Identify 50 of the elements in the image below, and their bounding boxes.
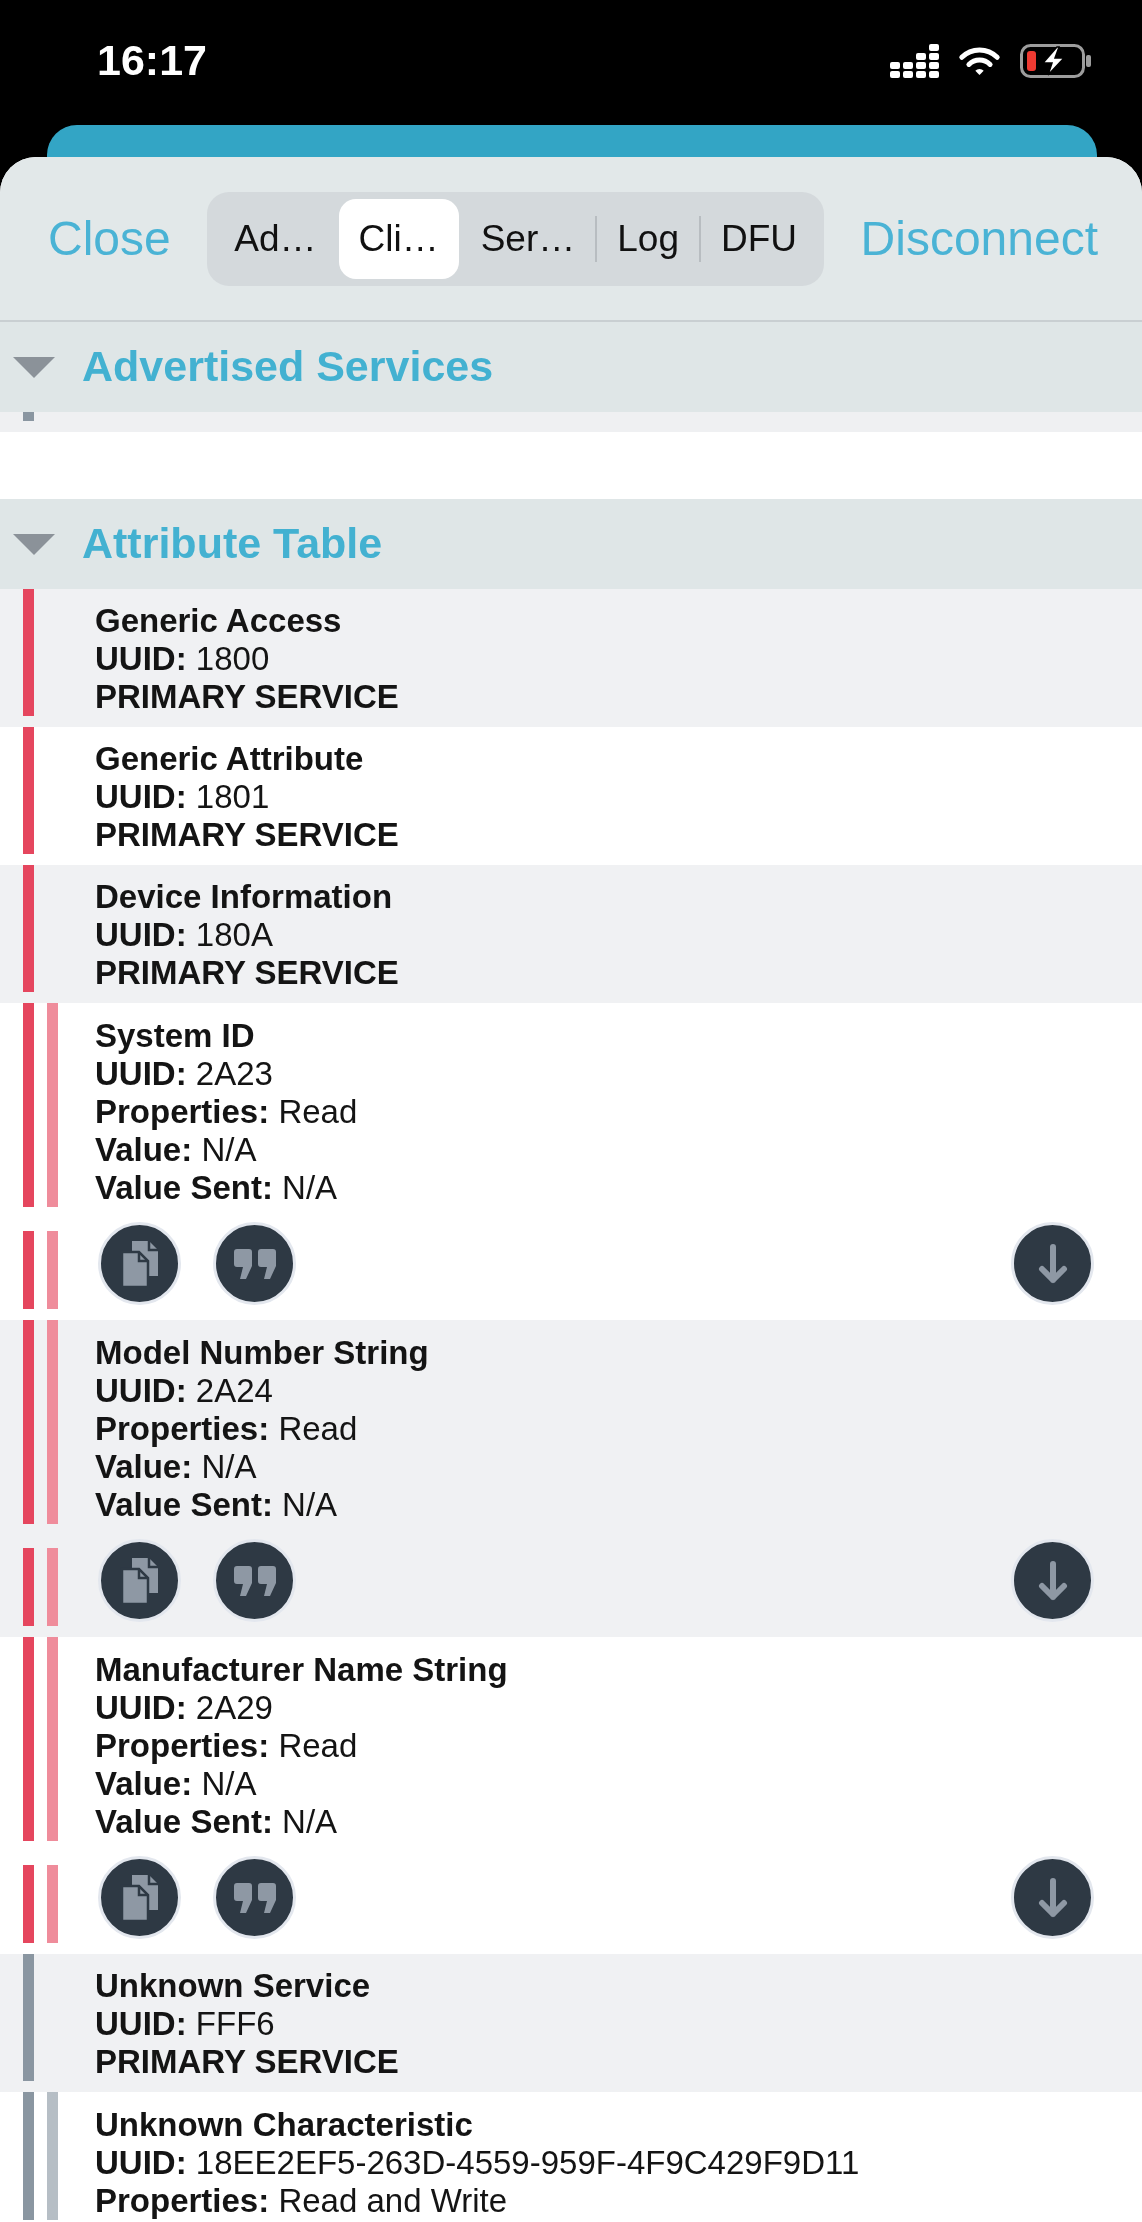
detail-text: Value: N/A <box>95 1448 258 1486</box>
quote-icon <box>233 1565 276 1596</box>
detail-text: UUID: 2A29 <box>95 1689 274 1727</box>
tab[interactable]: Cli… <box>338 198 459 279</box>
detail-text: Properties: Read and Write <box>95 2182 509 2220</box>
detail-text: Properties: Read <box>95 1093 358 1131</box>
detail-text: UUID: FFF6 <box>95 2005 276 2043</box>
wifi-icon <box>958 45 1001 77</box>
detail-text: Properties: Read <box>95 1727 359 1765</box>
detail-text: UUID: 2A23 <box>95 1055 274 1093</box>
tab[interactable]: Ser… <box>460 198 596 279</box>
service-row[interactable]: Unknown Service UUID: FFF6 PRIMARY SERVICE <box>0 1954 1142 2092</box>
detail-text: Properties: Read <box>95 1410 359 1448</box>
section-title: Advertised Services <box>82 342 494 392</box>
service-type: PRIMARY SERVICE <box>95 954 399 992</box>
detail-text: UUID: 1801 <box>95 778 271 816</box>
detail-text: UUID: 2A24 <box>95 1372 274 1410</box>
service-type: PRIMARY SERVICE <box>95 2043 399 2081</box>
detail-text: Value Sent: N/A <box>95 1803 339 1841</box>
detail-text: Value Sent: N/A <box>95 1169 339 1207</box>
signal-icon <box>890 44 939 78</box>
detail-text: Value: N/A <box>95 1765 258 1803</box>
detail-text: UUID: 1800 <box>95 640 271 678</box>
service-name: Generic Attribute <box>95 740 365 778</box>
detail-text: Value Sent: N/A <box>95 1486 339 1524</box>
service-type: PRIMARY SERVICE <box>95 678 399 716</box>
characteristic-name: Unknown Characteristic <box>95 2106 474 2144</box>
battery-icon <box>1020 44 1092 78</box>
quote-icon <box>233 1248 276 1279</box>
down-arrow-icon <box>1037 1877 1068 1918</box>
detail-text: Value: N/A <box>95 1131 258 1169</box>
detail-text: UUID: 180A <box>95 916 274 954</box>
status-time: 16:17 <box>97 37 207 85</box>
down-arrow-icon <box>1037 1560 1068 1601</box>
characteristic-name: Model Number String <box>95 1334 429 1372</box>
quote-icon <box>233 1882 276 1913</box>
characteristic-name: Manufacturer Name String <box>95 1651 508 1689</box>
down-arrow-icon <box>1037 1243 1068 1284</box>
detail-text: UUID: 18EE2EF5-263D-4559-959F-4F9C429F9D11 <box>95 2144 860 2182</box>
service-name: Unknown Service <box>95 1967 372 2005</box>
service-row[interactable]: Device Information UUID: 180A PRIMARY SERVICE <box>0 865 1142 1003</box>
section-title: Attribute Table <box>82 519 383 569</box>
service-row[interactable]: Generic Access UUID: 1800 PRIMARY SERVICE <box>0 589 1142 727</box>
service-name: Generic Access <box>95 602 343 640</box>
characteristic-name: System ID <box>95 1017 256 1055</box>
tab[interactable]: Ad… <box>214 198 337 279</box>
service-name: Device Information <box>95 878 394 916</box>
tab[interactable]: DFU <box>701 198 818 279</box>
service-type: PRIMARY SERVICE <box>95 816 399 854</box>
tab[interactable]: Log <box>597 198 699 279</box>
